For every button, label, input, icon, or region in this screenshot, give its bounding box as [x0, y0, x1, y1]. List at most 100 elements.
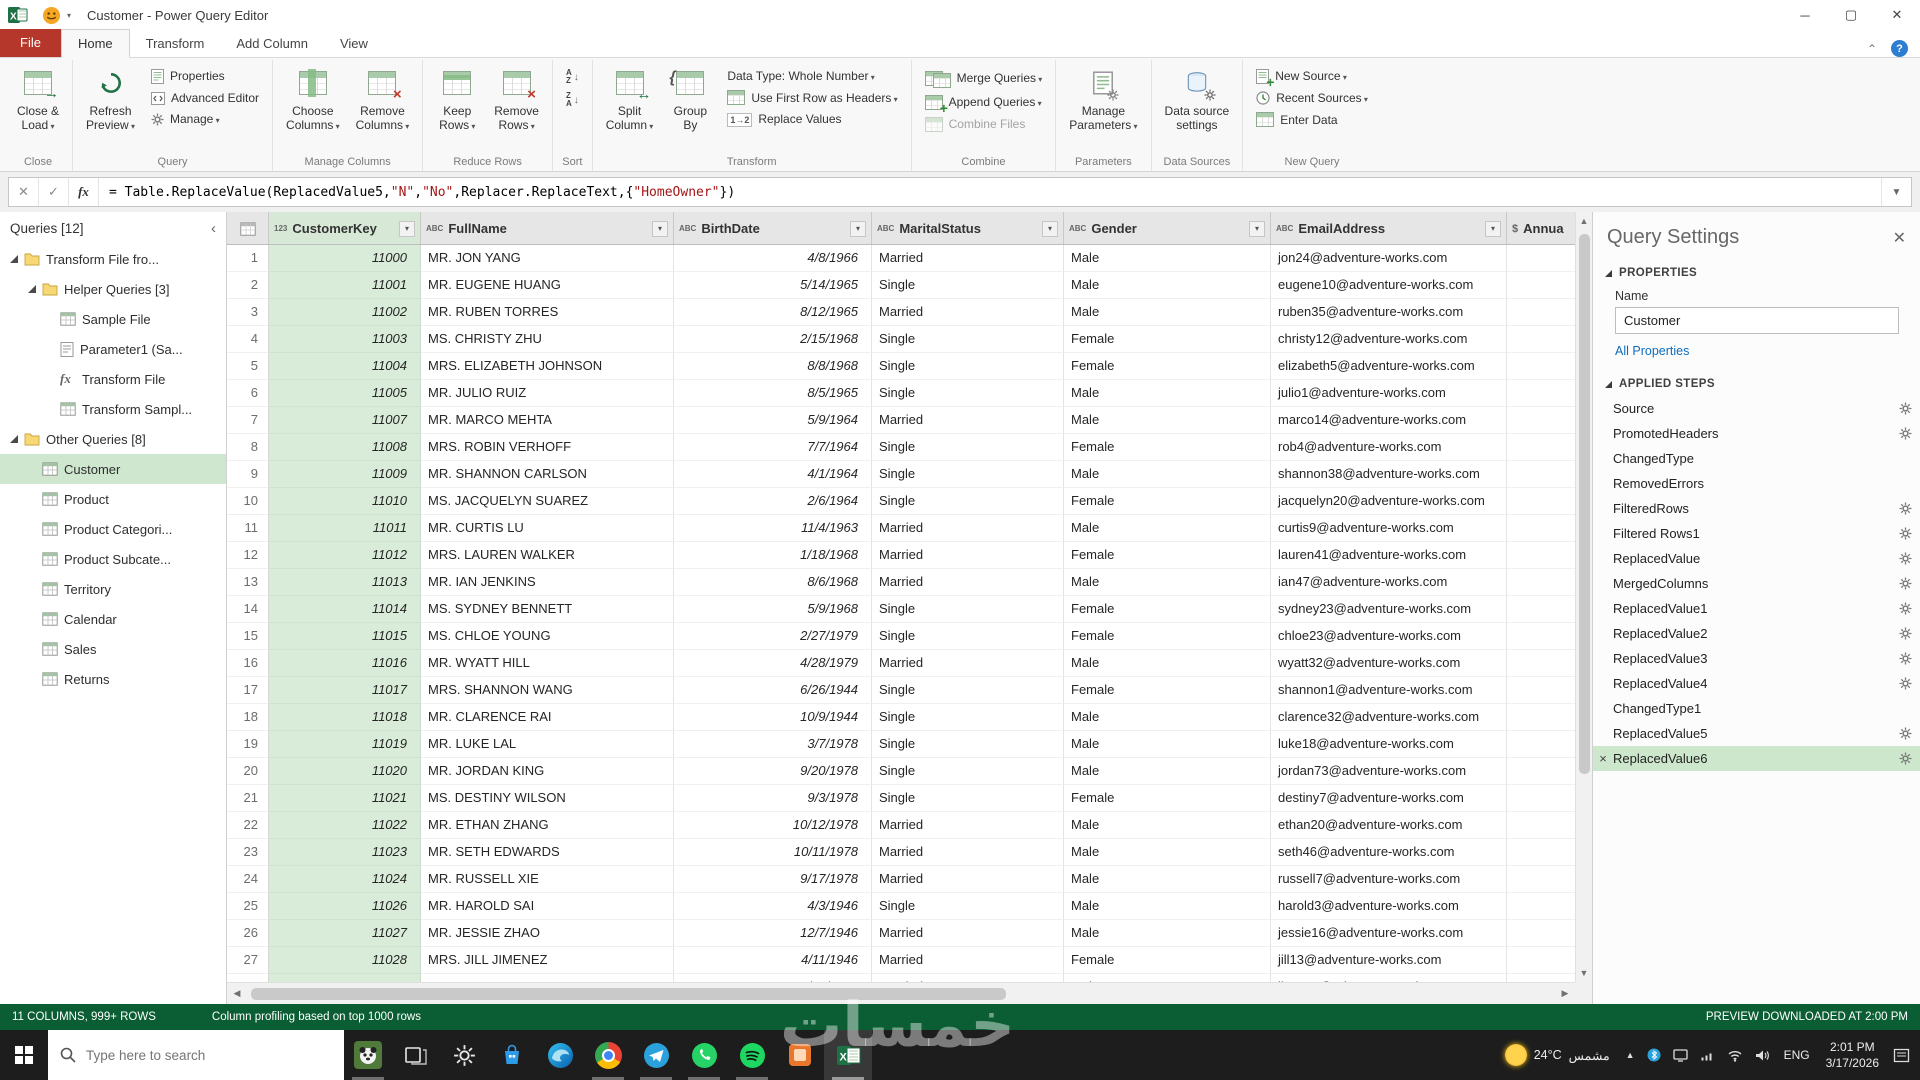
tray-bluetooth-icon[interactable]: [1641, 1048, 1667, 1062]
sort-ascending-button[interactable]: A Z ↓: [559, 66, 586, 88]
cell[interactable]: 11028: [269, 947, 421, 974]
row-number[interactable]: 8: [227, 434, 269, 461]
cell[interactable]: Female: [1064, 488, 1271, 515]
cell[interactable]: Male: [1064, 893, 1271, 920]
cell[interactable]: Female: [1064, 677, 1271, 704]
step-settings-gear-icon[interactable]: [1899, 602, 1912, 615]
cell[interactable]: ruben35@adventure-works.com: [1271, 299, 1507, 326]
applied-step-replacedvalue[interactable]: ×ReplacedValue: [1593, 546, 1920, 571]
cell[interactable]: MR. SETH EDWARDS: [421, 839, 674, 866]
cell[interactable]: jimmy9@adventure-works.com: [1271, 974, 1507, 982]
row-number[interactable]: 9: [227, 461, 269, 488]
cell[interactable]: 11004: [269, 353, 421, 380]
cell[interactable]: Male: [1064, 974, 1271, 982]
cell[interactable]: [1507, 677, 1575, 704]
cell[interactable]: MS. SYDNEY BENNETT: [421, 596, 674, 623]
cell[interactable]: MS. DESTINY WILSON: [421, 785, 674, 812]
cell[interactable]: Single: [872, 596, 1064, 623]
remove-rows-button[interactable]: × Remove Rows: [487, 62, 546, 135]
cell[interactable]: Single: [872, 434, 1064, 461]
cell[interactable]: 11008: [269, 434, 421, 461]
cell[interactable]: [1507, 461, 1575, 488]
cell[interactable]: Married: [872, 920, 1064, 947]
cell[interactable]: curtis9@adventure-works.com: [1271, 515, 1507, 542]
cell[interactable]: russell7@adventure-works.com: [1271, 866, 1507, 893]
step-settings-gear-icon[interactable]: [1899, 427, 1912, 440]
query-name-input[interactable]: [1615, 307, 1899, 334]
column-header-annua[interactable]: $Annua▾: [1507, 212, 1575, 244]
cell[interactable]: 4/28/1979: [674, 650, 872, 677]
cell[interactable]: julio1@adventure-works.com: [1271, 380, 1507, 407]
cell[interactable]: Married: [872, 542, 1064, 569]
cell[interactable]: Female: [1064, 623, 1271, 650]
new-source-button[interactable]: + New Source: [1249, 66, 1375, 89]
row-number[interactable]: 15: [227, 623, 269, 650]
delete-step-icon[interactable]: ×: [1593, 751, 1613, 766]
cell[interactable]: 11029: [269, 974, 421, 982]
enter-data-button[interactable]: Enter Data: [1249, 109, 1375, 130]
cell[interactable]: 9/20/1978: [674, 758, 872, 785]
cell[interactable]: Single: [872, 380, 1064, 407]
cell[interactable]: 11017: [269, 677, 421, 704]
append-queries-button[interactable]: + Append Queries: [918, 92, 1050, 115]
cell[interactable]: MR. LUKE LAL: [421, 731, 674, 758]
notification-center-icon[interactable]: [1887, 1048, 1920, 1063]
close-settings-icon[interactable]: ✕: [1893, 228, 1906, 248]
cell[interactable]: MRS. ELIZABETH JOHNSON: [421, 353, 674, 380]
maximize-button[interactable]: ▢: [1828, 0, 1874, 30]
cell[interactable]: jill13@adventure-works.com: [1271, 947, 1507, 974]
cell[interactable]: 4/1/1964: [674, 461, 872, 488]
cell[interactable]: Male: [1064, 272, 1271, 299]
manage-button[interactable]: Manage: [144, 109, 266, 129]
cell[interactable]: 12/7/1946: [674, 920, 872, 947]
cell[interactable]: [1507, 758, 1575, 785]
formula-cancel-icon[interactable]: ✕: [9, 178, 39, 206]
chrome-browser-icon[interactable]: [584, 1030, 632, 1080]
tab-view[interactable]: View: [324, 30, 384, 57]
column-header-fullname[interactable]: ABC FullName ▾: [421, 212, 674, 244]
replace-values-button[interactable]: 1→2 Replace Values: [720, 109, 904, 129]
row-number[interactable]: 18: [227, 704, 269, 731]
cell[interactable]: [1507, 623, 1575, 650]
cell[interactable]: 7/7/1964: [674, 434, 872, 461]
close-and-load-button[interactable]: → Close & Load: [10, 62, 66, 135]
properties-section-header[interactable]: PROPERTIES: [1593, 259, 1920, 283]
vertical-scroll-thumb[interactable]: [1578, 234, 1590, 774]
search-input[interactable]: [86, 1047, 306, 1063]
cell[interactable]: MS. CHLOE YOUNG: [421, 623, 674, 650]
task-view-icon[interactable]: [392, 1030, 440, 1080]
cell[interactable]: [1507, 596, 1575, 623]
cell[interactable]: MR. JESSIE ZHAO: [421, 920, 674, 947]
cell[interactable]: Single: [872, 731, 1064, 758]
cell[interactable]: ethan20@adventure-works.com: [1271, 812, 1507, 839]
row-number[interactable]: 5: [227, 353, 269, 380]
query-item-sales[interactable]: Sales: [0, 634, 226, 664]
scroll-down-icon[interactable]: ▼: [1576, 964, 1593, 982]
cell[interactable]: MRS. LAUREN WALKER: [421, 542, 674, 569]
cell[interactable]: [1507, 785, 1575, 812]
cell[interactable]: shannon38@adventure-works.com: [1271, 461, 1507, 488]
cell[interactable]: Single: [872, 461, 1064, 488]
cell[interactable]: Single: [872, 704, 1064, 731]
column-filter-icon[interactable]: ▾: [399, 220, 415, 237]
column-header-customerkey[interactable]: 123 CustomerKey ▾: [269, 212, 421, 244]
query-item-transform-sampl[interactable]: Transform Sampl...: [0, 394, 226, 424]
keep-rows-button[interactable]: Keep Rows: [429, 62, 485, 135]
query-item-other-queries-8[interactable]: Other Queries [8]: [0, 424, 226, 454]
cell[interactable]: 11001: [269, 272, 421, 299]
cell[interactable]: lauren41@adventure-works.com: [1271, 542, 1507, 569]
column-filter-icon[interactable]: ▾: [1249, 220, 1265, 237]
applied-step-replacedvalue5[interactable]: ×ReplacedValue5: [1593, 721, 1920, 746]
row-number[interactable]: 17: [227, 677, 269, 704]
cell[interactable]: [1507, 380, 1575, 407]
close-button[interactable]: ✕: [1874, 0, 1920, 30]
cell[interactable]: MR. EUGENE HUANG: [421, 272, 674, 299]
data-type-button[interactable]: Data Type: Whole Number: [720, 66, 904, 86]
manage-parameters-button[interactable]: Manage Parameters: [1062, 62, 1144, 135]
cell[interactable]: 11015: [269, 623, 421, 650]
cell[interactable]: ian47@adventure-works.com: [1271, 569, 1507, 596]
cell[interactable]: [1507, 650, 1575, 677]
cell[interactable]: sydney23@adventure-works.com: [1271, 596, 1507, 623]
cell[interactable]: 11010: [269, 488, 421, 515]
cell[interactable]: seth46@adventure-works.com: [1271, 839, 1507, 866]
